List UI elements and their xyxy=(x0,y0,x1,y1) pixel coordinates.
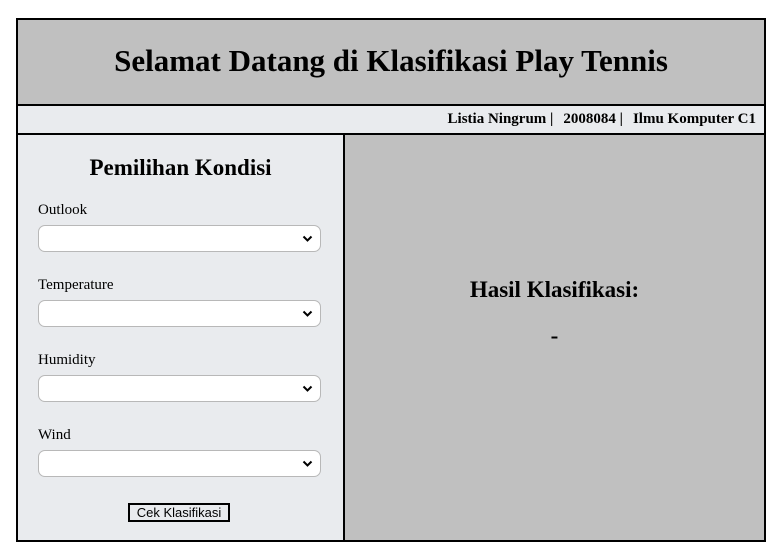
condition-panel: Pemilihan Kondisi Outlook Temperature Hu… xyxy=(18,135,345,540)
page-header: Selamat Datang di Klasifikasi Play Tenni… xyxy=(18,20,764,106)
wind-select[interactable] xyxy=(38,450,321,477)
chevron-down-icon xyxy=(302,235,313,242)
result-value: - xyxy=(550,323,559,348)
humidity-label: Humidity xyxy=(38,352,96,368)
wind-label: Wind xyxy=(38,427,71,443)
chevron-down-icon xyxy=(302,385,313,392)
check-classification-button[interactable]: Cek Klasifikasi xyxy=(128,503,230,522)
app-frame: Selamat Datang di Klasifikasi Play Tenni… xyxy=(16,18,766,542)
humidity-select[interactable] xyxy=(38,375,321,402)
outlook-select[interactable] xyxy=(38,225,321,252)
info-bar: Listia Ningrum | 2008084 | Ilmu Komputer… xyxy=(18,106,764,135)
student-id: 2008084 | xyxy=(563,111,623,127)
page-title: Selamat Datang di Klasifikasi Play Tenni… xyxy=(114,43,668,78)
result-panel: Hasil Klasifikasi: - xyxy=(345,135,764,540)
form-title: Pemilihan Kondisi xyxy=(89,155,272,180)
temperature-label: Temperature xyxy=(38,277,114,293)
chevron-down-icon xyxy=(302,460,313,467)
student-class: Ilmu Komputer C1 xyxy=(632,111,756,127)
temperature-select[interactable] xyxy=(38,300,321,327)
chevron-down-icon xyxy=(302,310,313,317)
result-title: Hasil Klasifikasi: xyxy=(469,277,640,302)
student-name: Listia Ningrum | xyxy=(447,111,554,127)
outlook-label: Outlook xyxy=(38,202,88,218)
